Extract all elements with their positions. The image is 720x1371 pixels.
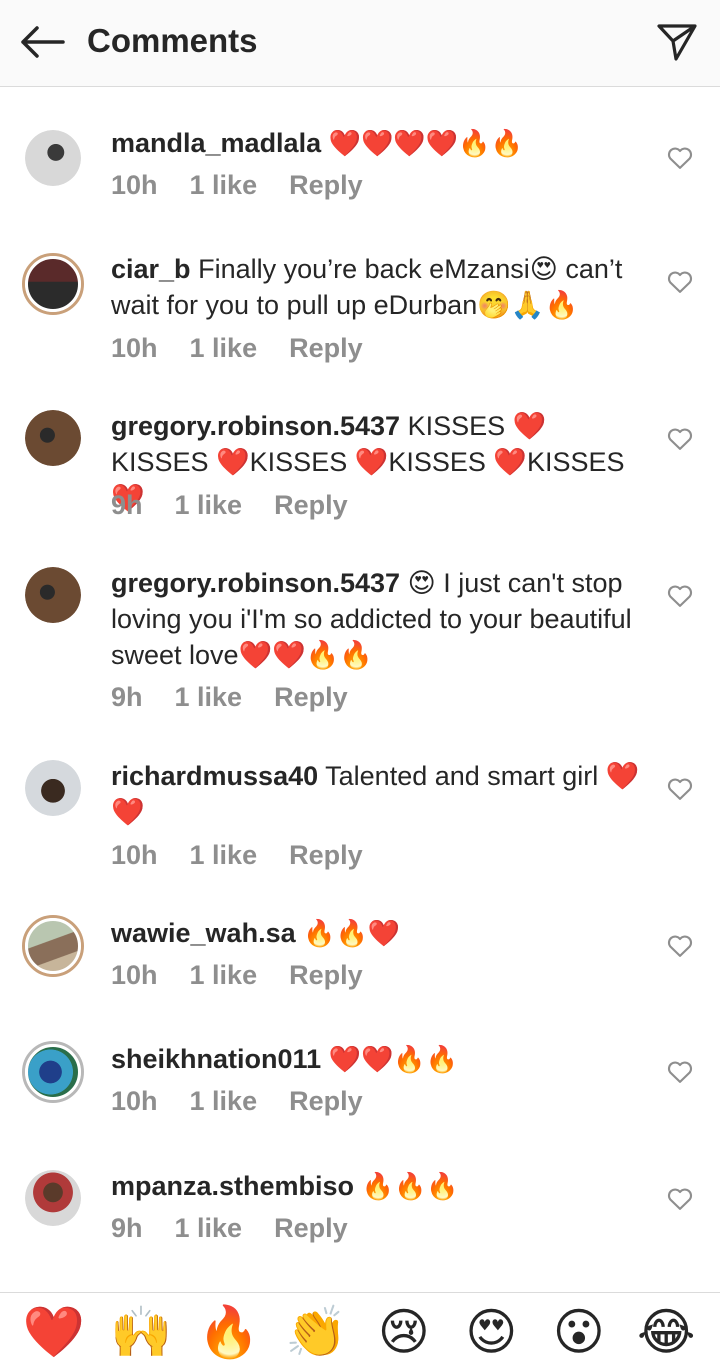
comment-likes[interactable]: 1 like [190, 960, 258, 991]
comment-time: 10h [111, 960, 158, 990]
heart-outline-icon[interactable] [666, 425, 694, 453]
comment-username[interactable]: gregory.robinson.5437 [111, 411, 400, 441]
comment-time: 10h [111, 1086, 158, 1116]
avatar[interactable] [22, 1041, 84, 1103]
comment-likes[interactable]: 1 like [190, 170, 258, 201]
heart-outline-icon[interactable] [666, 1058, 694, 1086]
arrow-left-icon [21, 26, 65, 58]
header-bar: Comments [0, 0, 720, 87]
reaction-laughing[interactable]: 😂 [630, 1302, 702, 1362]
reply-button[interactable]: Reply [274, 682, 348, 713]
avatar[interactable] [25, 1170, 81, 1226]
reaction-raised-hands[interactable]: 🙌 [105, 1302, 177, 1362]
comment-likes[interactable]: 1 like [190, 333, 258, 364]
back-button[interactable] [16, 20, 68, 64]
comment-time: 9h [111, 490, 143, 520]
comment-time: 10h [111, 333, 158, 363]
reply-button[interactable]: Reply [274, 490, 348, 521]
heart-outline-icon[interactable] [666, 582, 694, 610]
page-title: Comments [87, 22, 258, 59]
comment-time: 9h [111, 1213, 143, 1243]
comment-username[interactable]: gregory.robinson.5437 [111, 568, 400, 598]
reply-button[interactable]: Reply [274, 1213, 348, 1244]
comment-likes[interactable]: 1 like [190, 840, 258, 871]
reaction-sad[interactable]: 😢 [368, 1302, 440, 1362]
reaction-clap[interactable]: 👏 [280, 1302, 352, 1362]
reaction-heart-eyes[interactable]: 😍 [455, 1302, 527, 1362]
avatar[interactable] [25, 410, 81, 466]
comment-username[interactable]: sheikhnation011 [111, 1044, 321, 1074]
comment-likes[interactable]: 1 like [175, 490, 243, 521]
reply-button[interactable]: Reply [289, 960, 363, 991]
paper-plane-icon [657, 24, 697, 61]
comment-likes[interactable]: 1 like [175, 1213, 243, 1244]
heart-outline-icon[interactable] [666, 775, 694, 803]
avatar[interactable] [25, 760, 81, 816]
comment-emoji: 🔥🔥🔥 [361, 1172, 459, 1202]
comment-time: 9h [111, 682, 143, 712]
comment-likes[interactable]: 1 like [175, 682, 243, 713]
reaction-fire[interactable]: 🔥 [193, 1302, 265, 1362]
avatar[interactable] [25, 567, 81, 623]
heart-outline-icon[interactable] [666, 1185, 694, 1213]
heart-outline-icon[interactable] [666, 144, 694, 172]
reaction-surprised[interactable]: 😮 [543, 1302, 615, 1362]
comment-username[interactable]: mandla_madlala [111, 128, 321, 158]
comment-time: 10h [111, 170, 158, 200]
comment-emoji: ❤️❤️❤️❤️🔥🔥 [328, 129, 523, 159]
comment-username[interactable]: mpanza.sthembiso [111, 1171, 354, 1201]
reply-button[interactable]: Reply [289, 333, 363, 364]
avatar[interactable] [25, 130, 81, 186]
reply-button[interactable]: Reply [289, 840, 363, 871]
avatar[interactable] [22, 915, 84, 977]
quick-reaction-bar: ❤️ 🙌 🔥 👏 😢 😍 😮 😂 [0, 1292, 720, 1371]
comment-username[interactable]: wawie_wah.sa [111, 918, 296, 948]
comment-likes[interactable]: 1 like [190, 1086, 258, 1117]
comment-emoji: ❤️❤️🔥🔥 [328, 1045, 459, 1075]
reaction-heart[interactable]: ❤️ [18, 1302, 90, 1362]
comment-time: 10h [111, 840, 158, 870]
comment-username[interactable]: richardmussa40 [111, 761, 318, 791]
avatar[interactable] [22, 253, 84, 315]
share-button[interactable] [652, 18, 702, 66]
reply-button[interactable]: Reply [289, 1086, 363, 1117]
comment-username[interactable]: ciar_b [111, 254, 191, 284]
reply-button[interactable]: Reply [289, 170, 363, 201]
comment-emoji: 🔥🔥❤️ [303, 919, 401, 949]
heart-outline-icon[interactable] [666, 932, 694, 960]
heart-outline-icon[interactable] [666, 268, 694, 296]
